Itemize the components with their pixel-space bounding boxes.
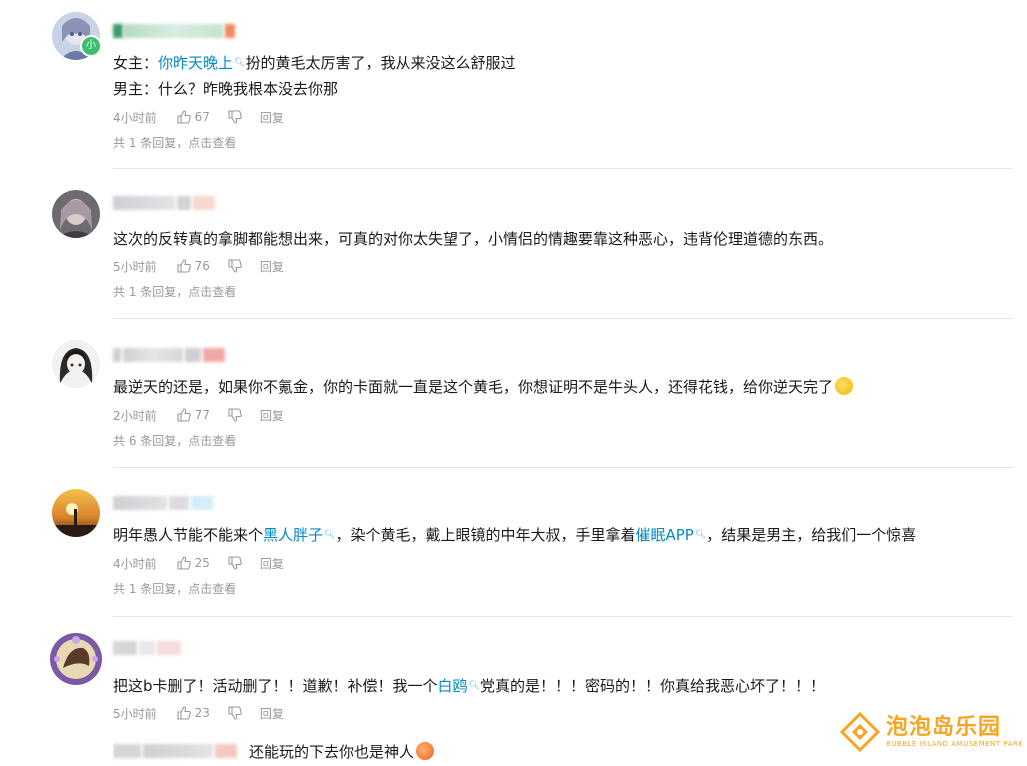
keyword-link[interactable]: 白鸥🔍︎	[438, 677, 480, 695]
keyword-link[interactable]: 黑人胖子🔍︎	[263, 526, 335, 544]
sub-reply-count: 共 1 条回复，	[113, 284, 189, 299]
view-replies-link[interactable]: 点击查看	[188, 283, 236, 300]
reply-button[interactable]: 回复	[260, 407, 284, 424]
like-button[interactable]: 76	[177, 259, 210, 273]
partial-comment-text: 还能玩的下去你也是神人	[249, 742, 415, 761]
like-count: 76	[194, 259, 210, 273]
comment-text: 这次的反转真的拿脚都能想出来，可真的对你太失望了，小情侣的情趣要靠这种恶心，违背…	[113, 230, 834, 248]
thumb-up-icon	[177, 110, 191, 124]
dislike-button[interactable]	[228, 556, 242, 570]
dislike-button[interactable]	[228, 110, 242, 124]
watermark-logo: 泡泡岛乐园 BUBBLE ISLAND AMUSEMENT PARK	[840, 712, 1023, 752]
sub-reply-count: 共 1 条回复，	[113, 581, 189, 596]
sub-reply-count: 共 6 条回复，	[113, 433, 189, 448]
user-avatar[interactable]	[49, 632, 103, 686]
comment-time: 5小时前	[113, 706, 157, 721]
keyword-link[interactable]: 你昨天晚上🔍︎	[158, 54, 245, 72]
dislike-button[interactable]	[228, 706, 242, 720]
user-avatar[interactable]	[52, 340, 100, 388]
mad-emoji-icon	[416, 742, 435, 760]
thumb-down-icon	[228, 706, 242, 720]
thumb-up-icon	[177, 706, 191, 720]
reply-button[interactable]: 回复	[260, 705, 284, 722]
user-avatar[interactable]	[52, 489, 100, 537]
comment-time: 4小时前	[113, 556, 157, 571]
sub-reply-summary: 共 6 条回复， 点击查看	[113, 431, 236, 449]
comment-meta: 4小时前 67 回复	[113, 108, 284, 126]
comment-meta: 5小时前 23 回复	[113, 704, 284, 722]
dislike-button[interactable]	[228, 259, 242, 273]
comment-4: 明年愚人节能不能来个黑人胖子🔍︎，染个黄毛，戴上眼镜的中年大叔，手里拿着催眠AP…	[0, 467, 1027, 617]
partial-comment: 还能玩的下去你也是神人	[113, 740, 435, 762]
comment-meta: 5小时前 76 回复	[113, 257, 284, 275]
search-icon: 🔍︎	[468, 681, 480, 691]
username-blurred[interactable]	[113, 195, 215, 211]
comment-time: 5小时前	[113, 259, 157, 274]
username-blurred[interactable]	[113, 23, 235, 39]
username-blurred[interactable]	[113, 640, 181, 656]
user-avatar[interactable]	[52, 190, 100, 238]
search-icon: 🔍︎	[694, 530, 707, 540]
watermark-subtitle: BUBBLE ISLAND AMUSEMENT PARK	[886, 740, 1024, 748]
diamond-logo-icon	[840, 712, 880, 752]
thumb-down-icon	[228, 110, 242, 124]
sub-reply-summary: 共 1 条回复， 点击查看	[113, 282, 236, 300]
comment-text: 女主：你昨天晚上🔍︎扮的黄毛太厉害了，我从来没这么舒服过 男主：什么？昨晚我根本…	[113, 54, 516, 98]
sub-reply-count: 共 1 条回复，	[113, 135, 189, 150]
like-button[interactable]: 25	[177, 556, 210, 570]
thumb-up-icon	[177, 259, 191, 273]
watermark-title: 泡泡岛乐园	[886, 715, 1002, 740]
reply-button[interactable]: 回复	[260, 555, 284, 572]
view-replies-link[interactable]: 点击查看	[188, 580, 236, 597]
comment-text: 明年愚人节能不能来个黑人胖子🔍︎，染个黄毛，戴上眼镜的中年大叔，手里拿着催眠AP…	[113, 526, 917, 544]
username-blurred[interactable]	[113, 347, 225, 363]
laughing-emoji-icon	[835, 377, 854, 395]
thumb-up-icon	[177, 556, 191, 570]
like-button[interactable]: 77	[177, 408, 210, 422]
like-button[interactable]: 23	[177, 706, 210, 720]
comment-meta: 4小时前 25 回复	[113, 554, 284, 572]
view-replies-link[interactable]: 点击查看	[188, 134, 236, 151]
search-icon: 🔍︎	[324, 530, 336, 540]
thumb-down-icon	[228, 259, 242, 273]
keyword-link[interactable]: 催眠APP🔍︎	[635, 526, 706, 544]
like-count: 67	[194, 110, 210, 124]
comment-meta: 2小时前 77 回复	[113, 406, 284, 424]
like-count: 23	[194, 706, 210, 720]
like-count: 25	[194, 556, 210, 570]
level-badge: 小	[80, 35, 102, 57]
sub-reply-summary: 共 1 条回复， 点击查看	[113, 133, 236, 151]
comment-2: 这次的反转真的拿脚都能想出来，可真的对你太失望了，小情侣的情趣要靠这种恶心，违背…	[0, 168, 1027, 318]
comment-1: 小 女主：你昨天晚上🔍︎扮的黄毛太厉害了，我从来没这么舒服过 男主：什么？昨晚我…	[0, 0, 1027, 150]
thumb-up-icon	[177, 408, 191, 422]
comment-text: 把这b卡删了！活动删了！！道歉！补偿！我一个白鸥🔍︎党真的是！！！密码的！！你真…	[113, 677, 825, 695]
sub-reply-summary: 共 1 条回复， 点击查看	[113, 579, 236, 597]
comment-3: 最逆天的还是，如果你不氪金，你的卡面就一直是这个黄毛，你想证明不是牛头人，还得花…	[0, 318, 1027, 468]
thumb-down-icon	[228, 556, 242, 570]
reply-button[interactable]: 回复	[260, 109, 284, 126]
like-count: 77	[194, 408, 210, 422]
comment-time: 2小时前	[113, 408, 157, 423]
thumb-down-icon	[228, 408, 242, 422]
reply-button[interactable]: 回复	[260, 258, 284, 275]
view-replies-link[interactable]: 点击查看	[188, 432, 236, 449]
username-blurred[interactable]	[113, 495, 213, 511]
dislike-button[interactable]	[228, 408, 242, 422]
like-button[interactable]: 67	[177, 110, 210, 124]
comment-time: 4小时前	[113, 110, 157, 125]
search-icon: 🔍︎	[234, 58, 246, 68]
comment-text: 最逆天的还是，如果你不氪金，你的卡面就一直是这个黄毛，你想证明不是牛头人，还得花…	[113, 374, 854, 400]
